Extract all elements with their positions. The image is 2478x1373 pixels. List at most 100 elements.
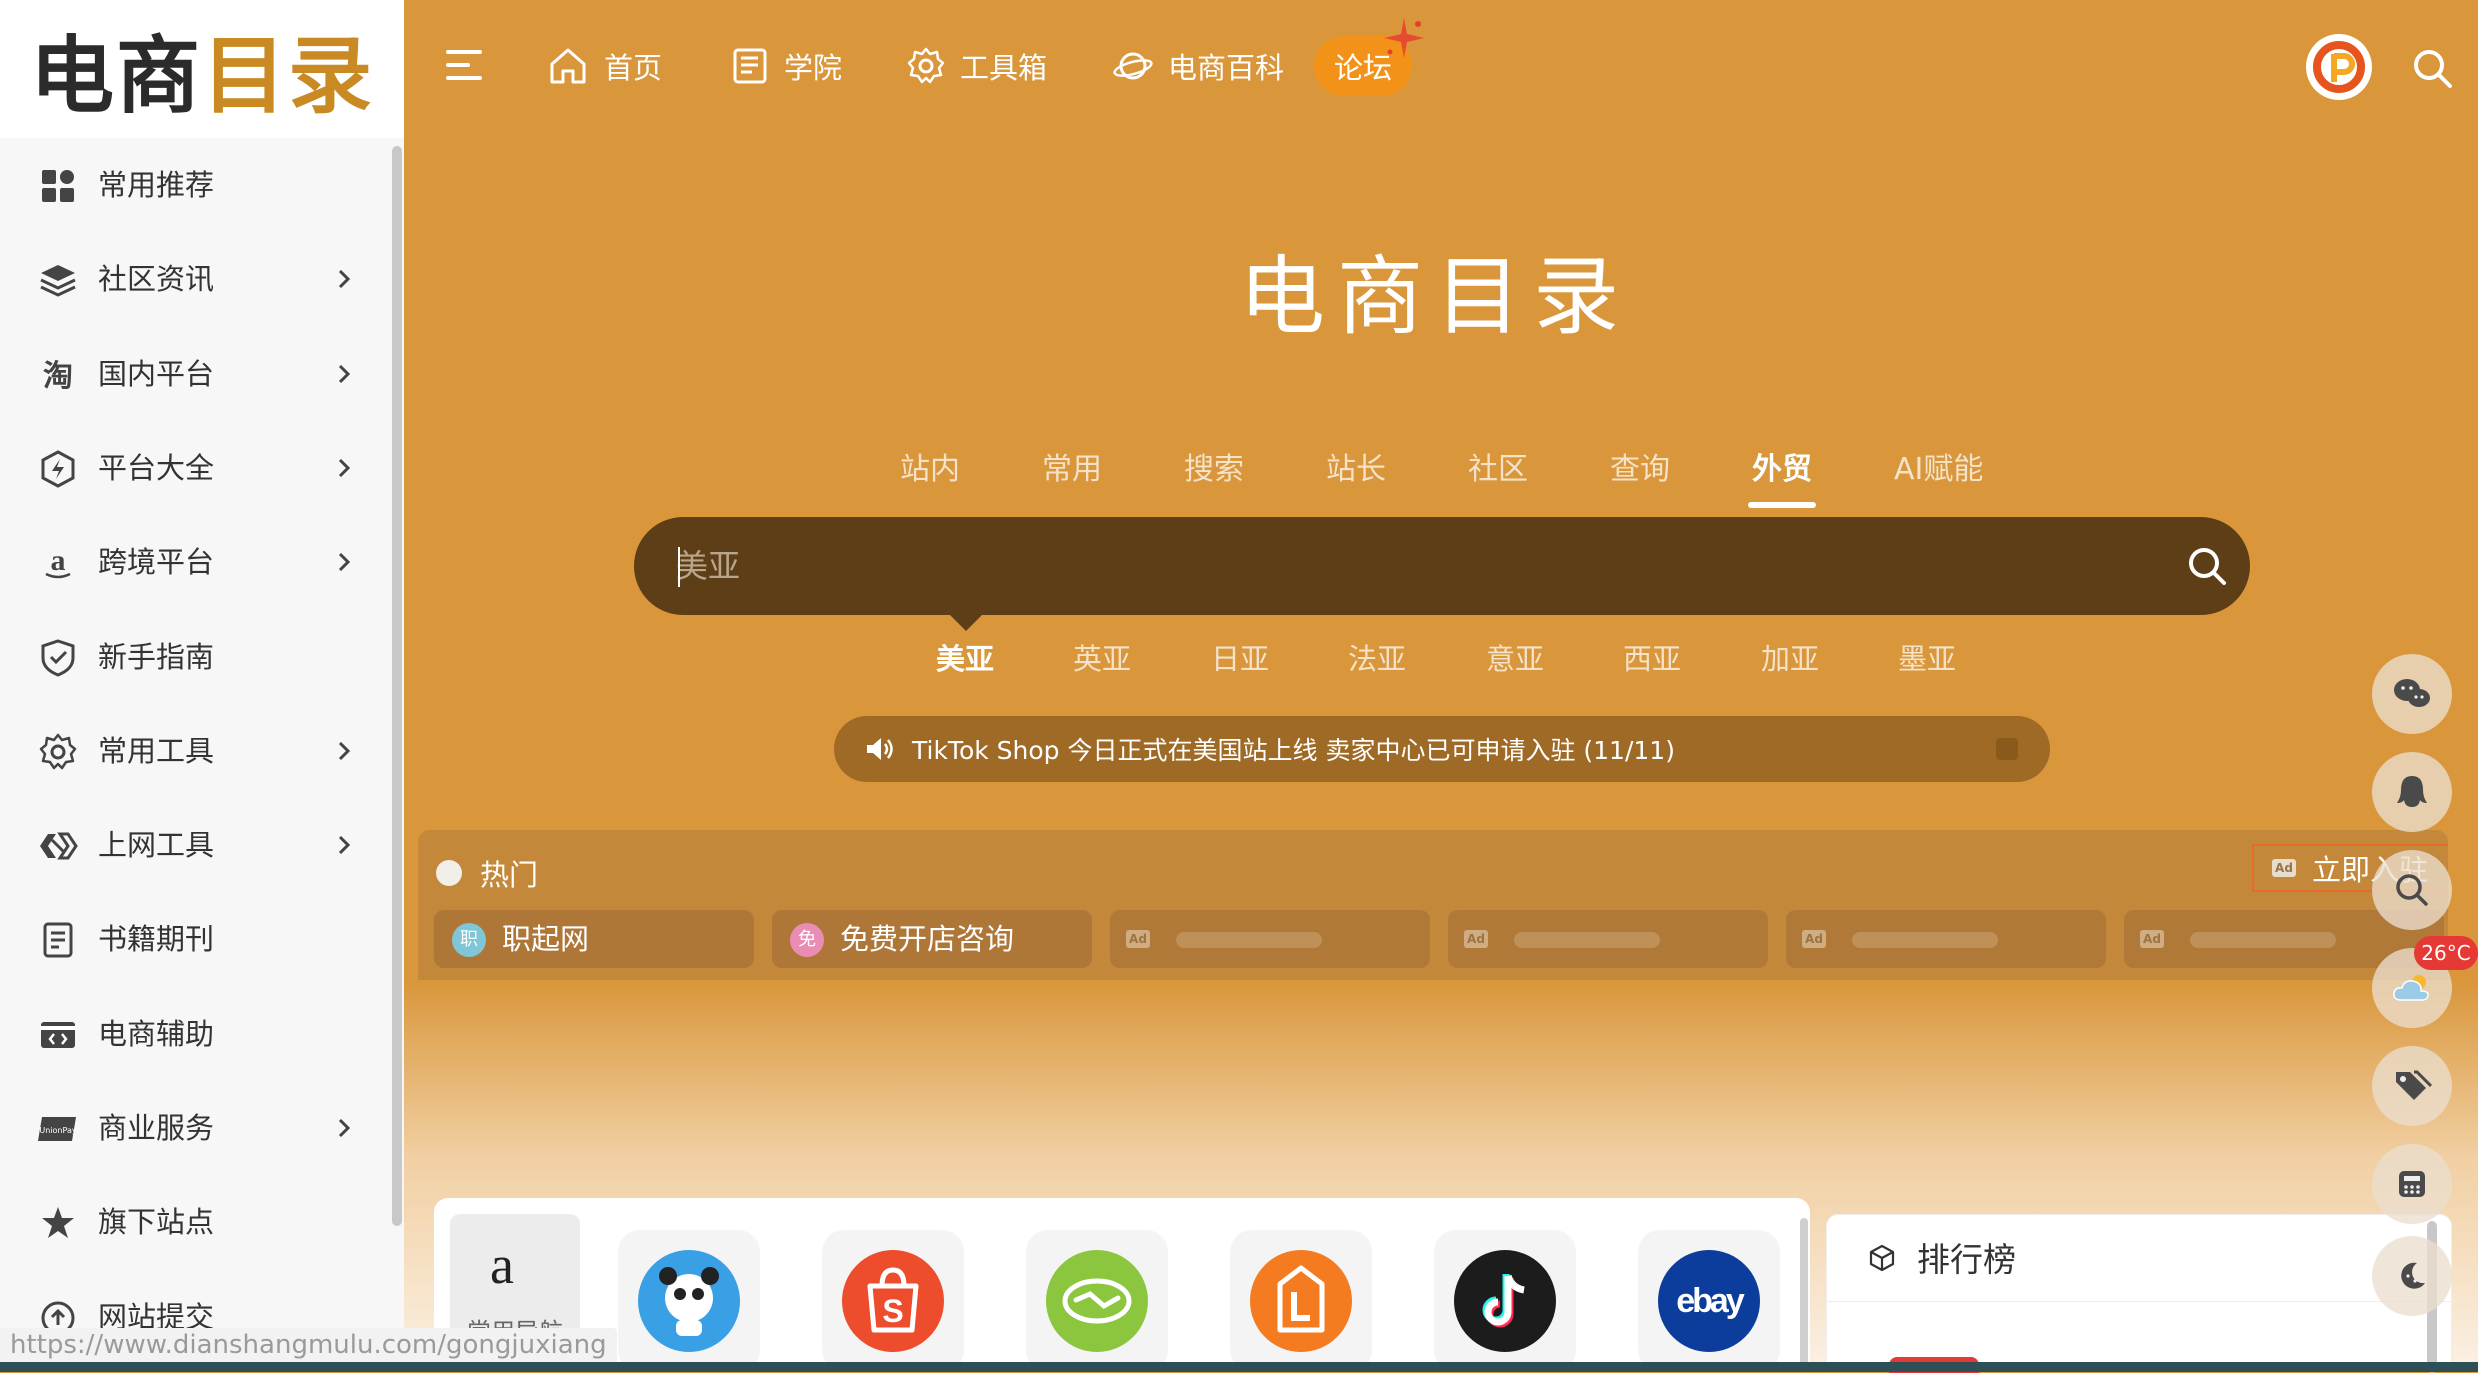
tags-icon: [2396, 1070, 2432, 1100]
hot-chip-zhiqi[interactable]: 职 职起网: [434, 910, 754, 968]
shopee-icon: S: [842, 1250, 944, 1352]
ad-placeholder: [1176, 932, 1322, 948]
sidebar-item[interactable]: 书籍期刊: [0, 892, 392, 986]
chevron-right-icon: [336, 831, 352, 859]
nav-home[interactable]: 首页: [546, 38, 662, 94]
sidebar-item[interactable]: 电商辅助: [0, 987, 392, 1081]
wechat-icon: [2394, 679, 2430, 707]
lazada-icon: [1250, 1250, 1352, 1352]
window-bottom-edge: [0, 1362, 2478, 1372]
subtab[interactable]: 西亚: [1623, 636, 1681, 678]
brand-logo-icon[interactable]: [2306, 34, 2372, 100]
tiktok-icon: [1454, 1250, 1556, 1352]
gear-icon: [907, 47, 945, 84]
ad-slot[interactable]: Ad: [1110, 910, 1430, 968]
nav-panel-scrollbar[interactable]: [1800, 1218, 1808, 1372]
sidebar-item[interactable]: 旗下站点: [0, 1175, 392, 1269]
sidebar: 电商 目录 常用推荐 社区资讯淘国内平台 平台大全 a 跨境平台 新手指南 常用工具 上网工具书…: [0, 0, 404, 1372]
sidebar-item[interactable]: 淘国内平台: [0, 327, 392, 421]
app-tile[interactable]: [1230, 1230, 1372, 1372]
search-icon: [2396, 874, 2428, 906]
search-input[interactable]: [674, 517, 2114, 615]
dark-mode-button[interactable]: [2372, 1236, 2452, 1316]
float-search-button[interactable]: [2372, 850, 2452, 930]
ad-badge: Ad: [1126, 930, 1150, 948]
search-tab[interactable]: 社区: [1468, 440, 1528, 500]
sidebar-item[interactable]: 平台大全: [0, 421, 392, 515]
sidebar-item[interactable]: 常用工具: [0, 704, 392, 798]
calculator-button[interactable]: [2372, 1144, 2452, 1224]
app-tile[interactable]: ebay: [1638, 1230, 1780, 1372]
book-icon: [733, 48, 767, 84]
app-tile[interactable]: S: [822, 1230, 964, 1372]
hot-chip-free-shop[interactable]: 免 免费开店咨询: [772, 910, 1092, 968]
site-logo[interactable]: 电商 目录: [0, 0, 404, 138]
sidebar-item-label: 常用工具: [98, 733, 215, 768]
subtab[interactable]: 加亚: [1761, 636, 1819, 678]
nav-academy[interactable]: 学院: [730, 38, 842, 94]
sidebar-item-label: 常用推荐: [98, 168, 215, 202]
search-tab[interactable]: 查询: [1610, 440, 1670, 500]
chip-avatar: 职: [452, 923, 486, 957]
nav-toolbox[interactable]: 工具箱: [906, 38, 1047, 94]
ad-slot[interactable]: Ad: [1448, 910, 1768, 968]
search-tab[interactable]: AI赋能: [1894, 440, 1983, 500]
sidebar-item[interactable]: 上网工具: [0, 798, 392, 892]
sidebar-item[interactable]: a 跨境平台: [0, 515, 392, 609]
subtab[interactable]: 意亚: [1486, 636, 1544, 678]
nav-wiki[interactable]: 电商百科: [1112, 38, 1284, 94]
amazon-icon: a: [36, 541, 80, 585]
ranking-title: 排行榜: [1917, 1240, 2016, 1279]
search-tab[interactable]: 常用: [1042, 440, 1102, 500]
ad-badge: Ad: [1802, 930, 1826, 948]
app-tile[interactable]: [1434, 1230, 1576, 1372]
hot-dot-icon: [436, 860, 462, 886]
chevron-right-icon: [336, 1114, 352, 1142]
qq-button[interactable]: [2372, 752, 2452, 832]
search-subtabs: 美亚 英亚 日亚 法亚 意亚 西亚 加亚 墨亚: [900, 636, 2000, 686]
chevron-right-icon: [336, 265, 352, 293]
subtab[interactable]: 英亚: [1073, 636, 1131, 678]
search-tab[interactable]: 站长: [1326, 440, 1386, 500]
svg-text:UnionPay: UnionPay: [39, 1126, 76, 1135]
shield-check-icon: [36, 636, 80, 680]
sidebar-item-label: 平台大全: [98, 450, 215, 485]
sidebar-item-label: 国内平台: [98, 356, 215, 391]
ad-slot[interactable]: Ad: [1786, 910, 2106, 968]
moon-icon: [2401, 1262, 2425, 1289]
search-submit-icon[interactable]: [2182, 541, 2232, 591]
taobao-icon: 淘: [36, 353, 80, 397]
svg-text:S: S: [882, 1293, 903, 1329]
sidebar-item[interactable]: 社区资讯: [0, 232, 392, 326]
divider: [1827, 1301, 2453, 1302]
sidebar-item[interactable]: 新手指南: [0, 610, 392, 704]
sidebar-item-label: 商业服务: [98, 1111, 215, 1145]
hero-title: 电商目录: [1239, 247, 1631, 347]
subtab[interactable]: 法亚: [1348, 636, 1406, 678]
search-tab[interactable]: 搜索: [1184, 440, 1244, 500]
subtab-active[interactable]: 美亚: [936, 636, 994, 678]
top-search-icon[interactable]: [2408, 44, 2456, 92]
top-nav: 首页 学院 工具箱 电商百科 论坛: [404, 0, 2478, 134]
tags-button[interactable]: [2372, 1046, 2452, 1126]
ebay-text: ebay: [1676, 1282, 1745, 1320]
announcement-bar[interactable]: TikTok Shop 今日正式在美国站上线 卖家中心已可申请入驻 (11/11…: [834, 716, 2050, 782]
search-tab[interactable]: 站内: [900, 440, 960, 500]
speaker-icon: [867, 738, 893, 760]
sidebar-item[interactable]: UnionPay 商业服务: [0, 1081, 392, 1175]
logo-text-part2: 目录: [202, 26, 375, 125]
wechat-button[interactable]: [2372, 654, 2452, 734]
sidebar-item-label: 跨境平台: [98, 545, 215, 580]
subtab[interactable]: 墨亚: [1898, 636, 1956, 678]
app-tile[interactable]: [1026, 1230, 1168, 1372]
sidebar-item[interactable]: 常用推荐: [0, 138, 392, 232]
menu-toggle-icon[interactable]: [444, 44, 490, 86]
sidebar-scrollbar[interactable]: [392, 146, 402, 1226]
subtab[interactable]: 日亚: [1211, 636, 1269, 678]
announcement-indicator: [1996, 738, 2018, 760]
text-caret: [678, 547, 680, 587]
search-tab-active[interactable]: 外贸: [1748, 440, 1816, 508]
ebay-icon: ebay: [1658, 1250, 1760, 1352]
app-tile[interactable]: [618, 1230, 760, 1372]
ad-placeholder: [1514, 932, 1660, 948]
